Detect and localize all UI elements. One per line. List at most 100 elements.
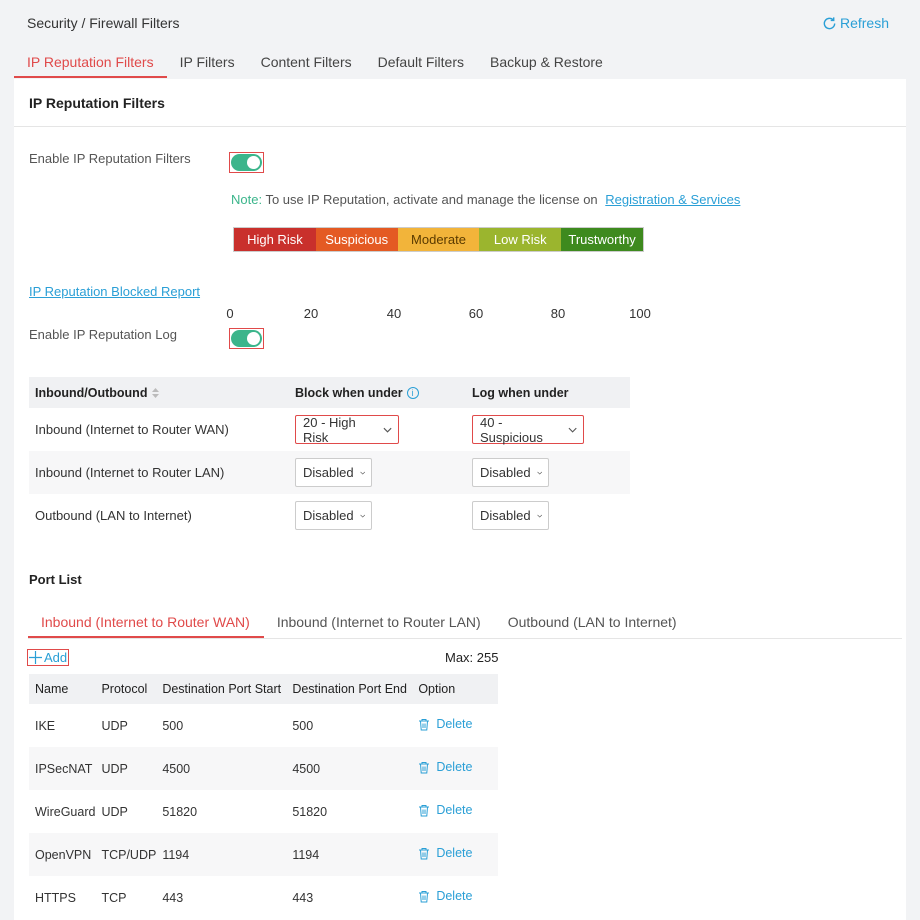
tick-60: 60: [468, 306, 484, 321]
port-protocol: TCP/UDP: [95, 833, 157, 876]
reputation-scale: High Risk Suspicious Moderate Low Risk T…: [233, 227, 644, 252]
port-name: WireGuard: [35, 804, 96, 819]
port-name: OpenVPN: [29, 833, 96, 876]
header-port-start: Destination Port Start: [156, 674, 287, 704]
port-protocol: UDP: [95, 747, 157, 790]
note-text: To use IP Reputation, activate and manag…: [262, 192, 602, 207]
delete-button[interactable]: Delete: [418, 846, 472, 860]
enable-log-label: Enable IP Reputation Log: [29, 327, 177, 342]
tick-80: 80: [550, 306, 566, 321]
port-table: Name Protocol Destination Port Start Des…: [29, 674, 498, 919]
port-name: IKE: [35, 718, 56, 733]
port-end: 500: [292, 718, 314, 733]
tab-backup-restore[interactable]: Backup & Restore: [477, 48, 616, 78]
tab-ip-reputation-filters[interactable]: IP Reputation Filters: [14, 48, 167, 78]
port-protocol: UDP: [101, 804, 128, 819]
row-direction: Outbound (LAN to Internet): [35, 508, 192, 523]
tick-20: 20: [303, 306, 319, 321]
chevron-down-icon: [536, 514, 542, 518]
scale-trustworthy: Trustworthy: [561, 228, 643, 251]
trash-icon: [419, 847, 430, 860]
trash-icon: [419, 804, 430, 817]
table-row: WireGuard UDP 51820 51820 Delete: [29, 790, 498, 833]
header-protocol: Protocol: [95, 674, 157, 704]
panel-title: IP Reputation Filters: [14, 79, 906, 127]
chevron-down-icon: [383, 427, 392, 433]
row-direction: Inbound (Internet to Router LAN): [29, 451, 289, 494]
port-name: HTTPS: [35, 890, 76, 905]
row-direction: Inbound (Internet to Router WAN): [35, 422, 229, 437]
add-port-button[interactable]: Add: [27, 649, 70, 666]
license-note: Note: To use IP Reputation, activate and…: [231, 192, 740, 207]
blocked-report-link[interactable]: IP Reputation Blocked Report: [29, 284, 200, 299]
delete-button[interactable]: Delete: [418, 717, 472, 731]
header-direction: Inbound/Outbound: [29, 377, 289, 408]
header-port-end: Destination Port End: [286, 674, 413, 704]
sort-icon[interactable]: [152, 388, 160, 399]
table-row: Outbound (LAN to Internet) Disabled Disa…: [29, 494, 630, 537]
breadcrumb: Security / Firewall Filters: [27, 15, 180, 31]
scale-moderate: Moderate: [397, 228, 480, 251]
tab-content-filters[interactable]: Content Filters: [248, 48, 365, 78]
tick-40: 40: [386, 306, 402, 321]
delete-button[interactable]: Delete: [418, 760, 472, 774]
table-row: Inbound (Internet to Router LAN) Disable…: [29, 451, 630, 494]
enable-log-toggle[interactable]: [229, 328, 264, 349]
main-tabs: IP Reputation Filters IP Filters Content…: [14, 48, 616, 78]
scale-ticks: 0 20 40 60 80 100: [226, 306, 659, 322]
chevron-down-icon: [359, 471, 365, 475]
delete-button[interactable]: Delete: [418, 803, 472, 817]
port-end: 443: [292, 890, 314, 905]
port-protocol: TCP: [101, 890, 127, 905]
scale-suspicious: Suspicious: [315, 228, 398, 251]
port-start: 443: [162, 890, 184, 905]
port-end: 1194: [286, 833, 413, 876]
refresh-button[interactable]: Refresh: [822, 15, 889, 31]
table-row: IPSecNAT UDP 4500 4500 Delete: [29, 747, 498, 790]
table-row: IKE UDP 500 500 Delete: [29, 704, 498, 747]
trash-icon: [419, 890, 430, 903]
log-select[interactable]: Disabled: [472, 458, 549, 487]
table-row: HTTPS TCP 443 443 Delete: [29, 876, 498, 919]
chevron-down-icon: [536, 471, 542, 475]
scale-low-risk: Low Risk: [479, 228, 562, 251]
enable-filters-toggle[interactable]: [229, 152, 264, 173]
registration-services-link[interactable]: Registration & Services: [605, 192, 740, 207]
tab-ip-filters[interactable]: IP Filters: [167, 48, 248, 78]
port-end: 4500: [286, 747, 413, 790]
tick-100: 100: [629, 306, 651, 321]
tab-default-filters[interactable]: Default Filters: [365, 48, 477, 78]
table-row: Inbound (Internet to Router WAN) 20 - Hi…: [29, 408, 630, 451]
header-log: Log when under: [466, 377, 630, 408]
port-list-tabs: Inbound (Internet to Router WAN) Inbound…: [28, 609, 902, 639]
note-key: Note:: [231, 192, 263, 207]
header-block: Block when under i: [289, 377, 466, 408]
port-start: 4500: [156, 747, 287, 790]
table-row: OpenVPN TCP/UDP 1194 1194 Delete: [29, 833, 498, 876]
delete-button[interactable]: Delete: [418, 889, 472, 903]
block-select[interactable]: Disabled: [295, 458, 372, 487]
port-name: IPSecNAT: [29, 747, 96, 790]
tab-port-inbound-lan[interactable]: Inbound (Internet to Router LAN): [264, 609, 495, 638]
block-select[interactable]: Disabled: [295, 501, 372, 530]
reputation-table: Inbound/Outbound Block when under i Log w…: [29, 377, 630, 537]
chevron-down-icon: [359, 514, 365, 518]
info-icon[interactable]: i: [406, 387, 419, 400]
log-select[interactable]: 40 - Suspicious: [472, 415, 584, 445]
trash-icon: [419, 761, 430, 774]
header-name: Name: [29, 674, 96, 704]
top-bar: Security / Firewall Filters Refresh: [0, 0, 920, 48]
port-start: 1194: [156, 833, 287, 876]
main-panel: IP Reputation Filters Enable IP Reputati…: [14, 79, 906, 920]
header-option: Option: [412, 674, 498, 704]
port-end: 51820: [292, 804, 328, 819]
trash-icon: [419, 718, 430, 731]
max-count: Max: 255: [445, 650, 499, 665]
scale-high-risk: High Risk: [234, 228, 316, 251]
enable-filters-label: Enable IP Reputation Filters: [29, 151, 191, 166]
tab-port-outbound[interactable]: Outbound (LAN to Internet): [495, 609, 691, 638]
block-select[interactable]: 20 - High Risk: [295, 415, 399, 445]
tab-port-inbound-wan[interactable]: Inbound (Internet to Router WAN): [28, 609, 264, 638]
tick-0: 0: [226, 306, 234, 321]
log-select[interactable]: Disabled: [472, 501, 549, 530]
